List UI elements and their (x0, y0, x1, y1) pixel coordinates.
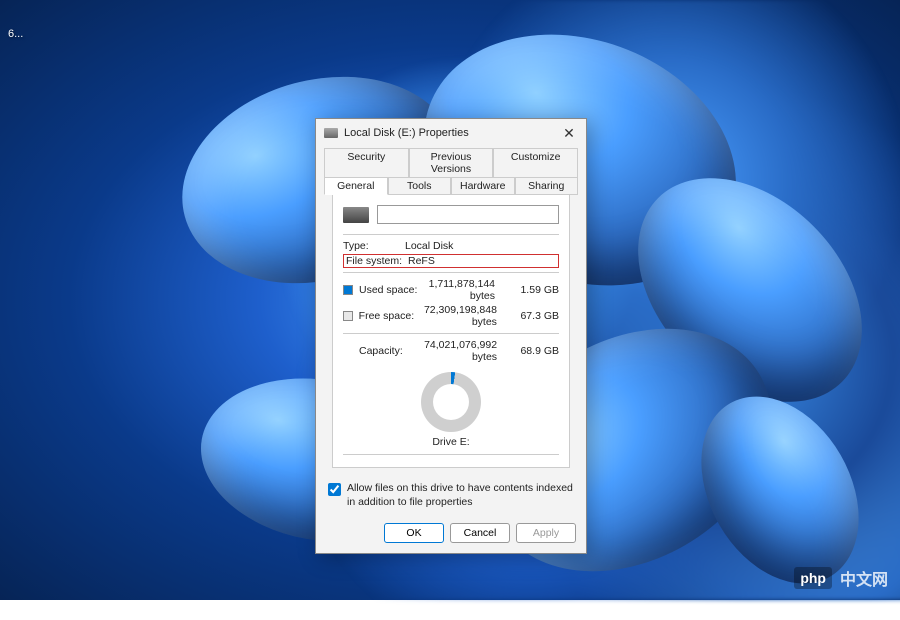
close-button[interactable]: ✕ (560, 124, 578, 142)
tab-hardware[interactable]: Hardware (451, 177, 515, 195)
cancel-button[interactable]: Cancel (450, 523, 510, 543)
apply-button[interactable]: Apply (516, 523, 576, 543)
properties-dialog: Local Disk (E:) Properties ✕ Security Pr… (315, 118, 587, 554)
used-space-row: Used space: 1,711,878,144 bytes 1.59 GB (343, 277, 559, 303)
free-bytes: 72,309,198,848 bytes (424, 304, 513, 328)
used-bytes: 1,711,878,144 bytes (427, 278, 511, 302)
divider (343, 234, 559, 235)
watermark-logo: php (794, 567, 832, 589)
capacity-label: Capacity: (359, 345, 424, 357)
type-row: Type: Local Disk (343, 239, 559, 253)
free-space-row: Free space: 72,309,198,848 bytes 67.3 GB (343, 303, 559, 329)
capacity-row: Capacity: 74,021,076,992 bytes 68.9 GB (343, 338, 559, 364)
capacity-bytes: 74,021,076,992 bytes (424, 339, 513, 363)
usage-pie-icon (421, 372, 481, 432)
desktop-background: 6... Local Disk (E:) Properties ✕ Securi… (0, 0, 900, 600)
window-title: Local Disk (E:) Properties (344, 127, 469, 139)
divider (343, 333, 559, 334)
filesystem-highlight: File system: ReFS (343, 254, 559, 268)
tab-security[interactable]: Security (324, 148, 409, 177)
watermark-text: 中文网 (840, 566, 888, 590)
used-label: Used space: (359, 284, 427, 296)
dialog-buttons: OK Cancel Apply (316, 519, 586, 553)
tab-customize[interactable]: Customize (493, 148, 578, 177)
indexing-option: Allow files on this drive to have conten… (316, 468, 586, 519)
filesystem-value: ReFS (408, 255, 556, 267)
tabs: Security Previous Versions Customize Gen… (316, 145, 586, 468)
indexing-label[interactable]: Allow files on this drive to have conten… (347, 482, 574, 509)
tab-content-general: Type: Local Disk File system: ReFS Used … (332, 195, 570, 468)
desktop-icon-1[interactable]: 6... (8, 28, 23, 40)
tab-sharing[interactable]: Sharing (515, 177, 579, 195)
drive-name-input[interactable] (377, 205, 559, 224)
type-label: Type: (343, 240, 405, 252)
divider (343, 272, 559, 273)
free-swatch-icon (343, 311, 353, 321)
titlebar[interactable]: Local Disk (E:) Properties ✕ (316, 119, 586, 145)
tab-tools[interactable]: Tools (388, 177, 452, 195)
type-value: Local Disk (405, 240, 559, 252)
watermark: php 中文网 (794, 566, 888, 590)
capacity-gb: 68.9 GB (513, 345, 559, 357)
indexing-checkbox[interactable] (328, 483, 341, 496)
used-swatch-icon (343, 285, 353, 295)
tab-previous-versions[interactable]: Previous Versions (409, 148, 494, 177)
free-gb: 67.3 GB (513, 310, 559, 322)
drive-icon (324, 128, 338, 138)
used-gb: 1.59 GB (511, 284, 559, 296)
filesystem-label: File system: (346, 255, 408, 267)
drive-icon-large (343, 207, 369, 223)
tab-general[interactable]: General (324, 177, 388, 195)
divider (343, 454, 559, 455)
free-label: Free space: (359, 310, 424, 322)
drive-letter-label: Drive E: (343, 436, 559, 448)
ok-button[interactable]: OK (384, 523, 444, 543)
